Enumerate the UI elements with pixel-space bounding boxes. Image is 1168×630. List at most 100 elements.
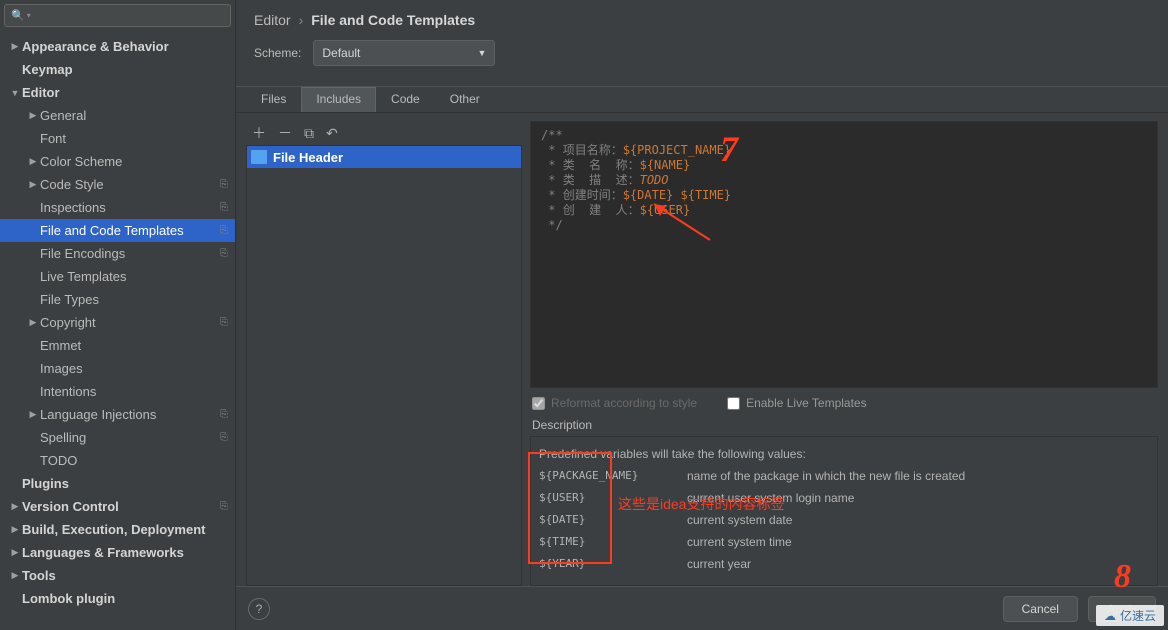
sidebar-item-images[interactable]: Images: [0, 357, 235, 380]
tree-label: Emmet: [40, 338, 231, 353]
apply-button[interactable]: Apply: [1088, 596, 1156, 622]
tree-label: Images: [40, 361, 231, 376]
template-toolbar: ＋ － ⧉ ↶: [246, 121, 522, 145]
tab-code[interactable]: Code: [376, 87, 435, 112]
sidebar-item-font[interactable]: Font: [0, 127, 235, 150]
code-token: 创 建 人：: [563, 203, 640, 217]
tab-files[interactable]: Files: [246, 87, 301, 112]
code-line: * 类 名 称：${NAME}: [541, 158, 1147, 173]
add-icon[interactable]: ＋: [252, 123, 266, 143]
code-token: ${USER}: [640, 203, 691, 217]
sidebar-item-live-templates[interactable]: Live Templates: [0, 265, 235, 288]
sidebar-item-tools[interactable]: ▶Tools: [0, 564, 235, 587]
sidebar-item-version-control[interactable]: ▶Version Control⎘: [0, 495, 235, 518]
cancel-button[interactable]: Cancel: [1003, 596, 1078, 622]
tree-expander-icon[interactable]: ▶: [8, 41, 22, 52]
enable-live-checkbox[interactable]: Enable Live Templates: [727, 396, 867, 410]
variable-name: ${PACKAGE_NAME}: [539, 469, 687, 483]
variable-desc: name of the package in which the new fil…: [687, 469, 1149, 483]
sidebar-item-code-style[interactable]: ▶Code Style⎘: [0, 173, 235, 196]
tree-label: Inspections: [40, 200, 217, 215]
copy-icon[interactable]: ⧉: [304, 125, 314, 142]
sidebar-item-todo[interactable]: TODO: [0, 449, 235, 472]
sidebar-item-emmet[interactable]: Emmet: [0, 334, 235, 357]
tree-expander-icon[interactable]: ▶: [26, 409, 40, 420]
tree-label: Lombok plugin: [22, 591, 231, 606]
code-line: * 创建时间：${DATE} ${TIME}: [541, 188, 1147, 203]
tree-expander-icon[interactable]: ▶: [26, 179, 40, 190]
project-scope-icon: ⎘: [217, 224, 231, 238]
sidebar-item-intentions[interactable]: Intentions: [0, 380, 235, 403]
sidebar-item-spelling[interactable]: Spelling⎘: [0, 426, 235, 449]
code-line: * 项目名称：${PROJECT_NAME}: [541, 143, 1147, 158]
sidebar-item-languages-frameworks[interactable]: ▶Languages & Frameworks: [0, 541, 235, 564]
search-input[interactable]: 🔍▾: [4, 4, 231, 27]
sidebar-item-general[interactable]: ▶General: [0, 104, 235, 127]
description-heading: Description: [530, 414, 1158, 436]
tree-expander-icon[interactable]: ▶: [8, 524, 22, 535]
code-token: ${NAME}: [640, 158, 691, 172]
sidebar-item-file-encodings[interactable]: File Encodings⎘: [0, 242, 235, 265]
description-intro: Predefined variables will take the follo…: [539, 447, 1149, 461]
tree-label: Build, Execution, Deployment: [22, 522, 231, 537]
tree-label: Appearance & Behavior: [22, 39, 231, 54]
tree-expander-icon[interactable]: ▼: [8, 88, 22, 98]
code-token: 类 名 称：: [563, 158, 640, 172]
reformat-checkbox: Reformat according to style: [532, 396, 697, 410]
variable-name: ${TIME}: [539, 535, 687, 549]
sidebar-item-build-execution-deployment[interactable]: ▶Build, Execution, Deployment: [0, 518, 235, 541]
tree-label: Font: [40, 131, 231, 146]
tree-label: Language Injections: [40, 407, 217, 422]
remove-icon[interactable]: －: [278, 123, 292, 143]
tab-includes[interactable]: Includes: [301, 87, 376, 112]
revert-icon[interactable]: ↶: [326, 125, 338, 142]
description-box: Predefined variables will take the follo…: [530, 436, 1158, 586]
crumb-current: File and Code Templates: [311, 12, 475, 28]
template-list[interactable]: File Header: [246, 145, 522, 586]
sidebar-item-color-scheme[interactable]: ▶Color Scheme: [0, 150, 235, 173]
tree-label: Intentions: [40, 384, 231, 399]
tree-expander-icon[interactable]: ▶: [26, 317, 40, 328]
template-editor[interactable]: ⋮ /** * 项目名称：${PROJECT_NAME} * 类 名 称：${N…: [530, 121, 1158, 388]
code-token: ${DATE} ${TIME}: [623, 188, 731, 202]
code-token: */: [541, 218, 563, 232]
sidebar-item-file-and-code-templates[interactable]: File and Code Templates⎘: [0, 219, 235, 242]
template-item-label: File Header: [273, 150, 343, 165]
sidebar-item-language-injections[interactable]: ▶Language Injections⎘: [0, 403, 235, 426]
template-item-file-header[interactable]: File Header: [247, 146, 521, 168]
scheme-select[interactable]: Default ▼: [313, 40, 495, 66]
code-token: /**: [541, 128, 563, 142]
search-icon: 🔍: [11, 9, 25, 22]
crumb-editor[interactable]: Editor: [254, 12, 291, 28]
tree-label: Editor: [22, 85, 231, 100]
tab-other[interactable]: Other: [435, 87, 495, 112]
sidebar-item-file-types[interactable]: File Types: [0, 288, 235, 311]
sidebar-item-keymap[interactable]: Keymap: [0, 58, 235, 81]
tree-expander-icon[interactable]: ▶: [26, 156, 40, 167]
tree-label: Tools: [22, 568, 231, 583]
scheme-label: Scheme:: [254, 46, 301, 60]
main-panel: Editor › File and Code Templates Scheme:…: [236, 0, 1168, 630]
sidebar-item-lombok-plugin[interactable]: Lombok plugin: [0, 587, 235, 610]
tree-expander-icon[interactable]: ▶: [8, 501, 22, 512]
project-scope-icon: ⎘: [217, 247, 231, 261]
variable-name: ${USER}: [539, 491, 687, 505]
code-token: *: [541, 158, 563, 172]
sidebar-item-appearance-behavior[interactable]: ▶Appearance & Behavior: [0, 35, 235, 58]
tree-label: File Types: [40, 292, 231, 307]
tree-label: File and Code Templates: [40, 223, 217, 238]
tree-expander-icon[interactable]: ▶: [8, 547, 22, 558]
variable-desc: current system time: [687, 535, 1149, 549]
scheme-value: Default: [322, 46, 360, 60]
help-button[interactable]: ?: [248, 598, 270, 620]
tree-expander-icon[interactable]: ▶: [26, 110, 40, 121]
project-scope-icon: ⎘: [217, 178, 231, 192]
sidebar-item-inspections[interactable]: Inspections⎘: [0, 196, 235, 219]
sidebar-item-editor[interactable]: ▼Editor: [0, 81, 235, 104]
dropdown-caret-icon: ▾: [27, 11, 31, 20]
splitter-grip[interactable]: ⋮: [530, 255, 535, 270]
sidebar-item-plugins[interactable]: Plugins: [0, 472, 235, 495]
sidebar-item-copyright[interactable]: ▶Copyright⎘: [0, 311, 235, 334]
project-scope-icon: ⎘: [217, 201, 231, 215]
tree-expander-icon[interactable]: ▶: [8, 570, 22, 581]
